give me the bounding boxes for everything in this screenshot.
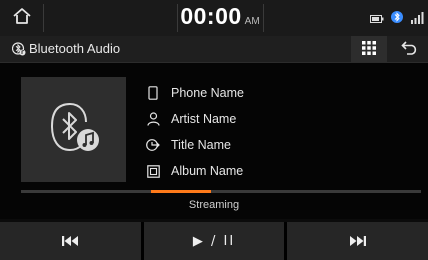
signal-icon <box>410 9 424 28</box>
bluetooth-status-icon <box>390 9 404 28</box>
play-pause-button[interactable]: ▶ / II <box>143 222 285 260</box>
track-info: Phone Name Artist Name Title Name Album … <box>146 80 244 184</box>
artist-name: Artist Name <box>171 112 237 126</box>
phone-name-row: Phone Name <box>146 80 244 106</box>
bluetooth-audio-screen: 00:00 AM Bluetooth Audio Phone Name Arti… <box>0 0 428 260</box>
now-playing-panel: Phone Name Artist Name Title Name Album … <box>0 63 428 219</box>
back-button[interactable] <box>392 36 428 62</box>
phone-name: Phone Name <box>171 86 244 100</box>
skip-previous-icon <box>61 232 79 251</box>
person-icon <box>146 112 160 126</box>
bluetooth-audio-icon <box>46 100 102 160</box>
skip-next-icon <box>349 232 367 251</box>
progress-bar[interactable] <box>21 190 421 193</box>
status-divider <box>263 4 264 32</box>
menu-button[interactable] <box>351 36 387 62</box>
progress-indicator <box>151 190 211 193</box>
battery-icon <box>370 9 384 28</box>
clock-ampm: AM <box>244 16 260 27</box>
home-icon <box>12 7 32 29</box>
album-art <box>21 77 126 182</box>
phone-icon <box>146 86 160 100</box>
page-title: Bluetooth Audio <box>29 41 121 56</box>
playback-controls: ▶ / II <box>0 222 428 260</box>
streaming-label: Streaming <box>188 199 240 211</box>
bluetooth-icon <box>11 41 26 60</box>
back-arrow-icon <box>401 40 419 59</box>
album-icon <box>146 164 160 178</box>
title-name-row: Title Name <box>146 132 244 158</box>
title-icon <box>146 138 160 152</box>
grid-icon <box>362 40 376 59</box>
header-bar: Bluetooth Audio <box>0 36 428 63</box>
clock[interactable]: 00:00 AM <box>177 3 263 33</box>
home-button[interactable] <box>0 0 43 36</box>
clock-time: 00:00 <box>180 3 242 29</box>
album-name-row: Album Name <box>146 158 244 184</box>
next-track-button[interactable] <box>287 222 428 260</box>
status-icons <box>370 10 424 26</box>
album-name: Album Name <box>171 164 244 178</box>
status-bar: 00:00 AM <box>0 0 428 36</box>
status-divider <box>43 4 44 32</box>
previous-track-button[interactable] <box>0 222 141 260</box>
artist-name-row: Artist Name <box>146 106 244 132</box>
play-pause-label: ▶ / II <box>192 233 236 249</box>
title-name: Title Name <box>171 138 231 152</box>
